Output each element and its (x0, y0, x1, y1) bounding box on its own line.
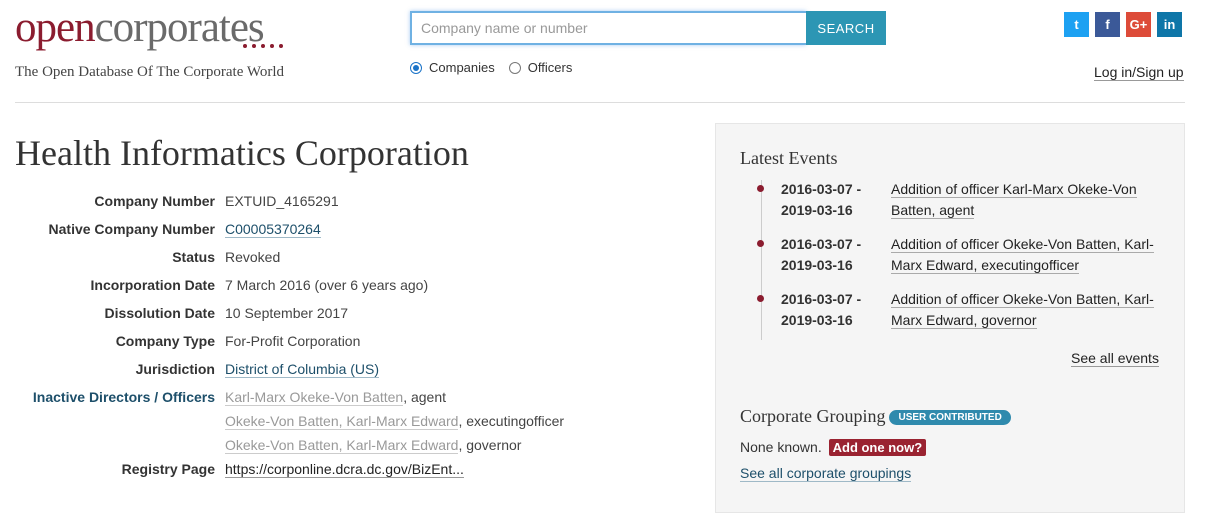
event-dot-icon (757, 185, 764, 192)
officer-link[interactable]: Okeke-Von Batten, Karl-Marx Edward (225, 437, 459, 454)
googleplus-icon[interactable]: G+ (1126, 12, 1151, 37)
officer-item: Okeke-Von Batten, Karl-Marx Edward, gove… (225, 437, 564, 461)
field-officers: Inactive Directors / Officers Karl-Marx … (15, 389, 564, 461)
event-link[interactable]: Addition of officer Karl-Marx Okeke-Von … (891, 181, 1137, 219)
see-all-groupings-link[interactable]: See all corporate groupings (740, 465, 912, 482)
officers-radio-label[interactable]: Officers (528, 60, 573, 75)
event-date: 2016-03-07 - 2019-03-16 (781, 181, 862, 218)
officers-label-link[interactable]: Inactive Directors / Officers (15, 389, 225, 405)
field-label: Company Number (94, 193, 215, 209)
field-status: Status Revoked (15, 249, 564, 277)
twitter-icon[interactable]: t (1064, 12, 1089, 37)
native-company-number-link[interactable]: C00005370264 (225, 221, 321, 238)
field-label: Incorporation Date (90, 277, 215, 293)
social-links: t f G+ in (1058, 12, 1182, 37)
field-value: Revoked (225, 249, 281, 265)
field-label: Jurisdiction (135, 361, 215, 377)
user-contributed-badge: USER CONTRIBUTED (889, 409, 1011, 425)
timeline-line (761, 180, 762, 340)
jurisdiction-link[interactable]: District of Columbia (US) (225, 361, 380, 378)
field-label: Registry Page (121, 461, 215, 477)
none-known-text: None known. (740, 439, 822, 455)
see-all-events-link[interactable]: See all events (1071, 350, 1159, 367)
officer-role: , agent (403, 389, 447, 405)
latest-events-heading: Latest Events (740, 148, 838, 168)
header-divider (15, 102, 1185, 103)
officers-radio[interactable] (508, 61, 521, 74)
grouping-status: None known. Add one now? (740, 439, 927, 456)
event-link[interactable]: Addition of officer Okeke-Von Batten, Ka… (891, 291, 1154, 329)
logo-open-text: open (15, 4, 96, 51)
officer-link[interactable]: Karl-Marx Okeke-Von Batten (225, 389, 404, 406)
corporate-grouping-heading: Corporate Grouping USER CONTRIBUTED (740, 406, 1011, 427)
field-label: Dissolution Date (104, 305, 215, 321)
corporate-grouping-title: Corporate Grouping (740, 406, 886, 426)
field-value: 7 March 2016 (over 6 years ago) (225, 277, 429, 293)
registry-page-link[interactable]: https://corponline.dcra.dc.gov/BizEnt... (225, 461, 464, 478)
sidebar-panel: Latest Events 2016-03-07 - 2019-03-16 Ad… (715, 123, 1185, 513)
officer-item: Karl-Marx Okeke-Von Batten, agent (225, 389, 564, 413)
officer-item: Okeke-Von Batten, Karl-Marx Edward, exec… (225, 413, 564, 437)
add-grouping-button[interactable]: Add one now? (828, 439, 927, 456)
event-date: 2016-03-07 - 2019-03-16 (781, 291, 862, 328)
field-native-company-number: Native Company Number C00005370264 (15, 221, 564, 249)
logo-dots-icon (243, 44, 283, 48)
logo-corporates-text: corporates (94, 4, 265, 51)
event-dot-icon (757, 295, 764, 302)
field-label: Status (172, 249, 215, 265)
company-details: Company Number EXTUID_4165291 Native Com… (15, 193, 564, 489)
officers-list: Karl-Marx Okeke-Von Batten, agent Okeke-… (225, 389, 564, 461)
field-value: For-Profit Corporation (225, 333, 361, 349)
search-input[interactable] (410, 11, 806, 45)
field-value: 10 September 2017 (225, 305, 348, 321)
field-incorporation-date: Incorporation Date 7 March 2016 (over 6 … (15, 277, 564, 305)
logo[interactable]: opencorporates (15, 4, 265, 52)
event-date: 2016-03-07 - 2019-03-16 (781, 236, 862, 273)
companies-radio-label[interactable]: Companies (429, 60, 495, 75)
login-link[interactable]: Log in/Sign up (1094, 64, 1184, 81)
field-company-number: Company Number EXTUID_4165291 (15, 193, 564, 221)
search-button[interactable]: SEARCH (806, 11, 886, 45)
facebook-icon[interactable]: f (1095, 12, 1120, 37)
officer-link[interactable]: Okeke-Von Batten, Karl-Marx Edward (225, 413, 459, 430)
officer-role: , executingofficer (458, 413, 565, 429)
search-bar: SEARCH (410, 11, 886, 45)
linkedin-icon[interactable]: in (1157, 12, 1182, 37)
search-type-radios: Companies Officers (410, 60, 586, 75)
field-dissolution-date: Dissolution Date 10 September 2017 (15, 305, 564, 333)
company-name: Health Informatics Corporation (15, 133, 469, 173)
field-label: Native Company Number (48, 221, 215, 237)
field-registry-page: Registry Page https://corponline.dcra.dc… (15, 461, 564, 489)
event-dot-icon (757, 240, 764, 247)
companies-radio[interactable] (410, 61, 422, 74)
tagline: The Open Database Of The Corporate World (15, 64, 284, 80)
field-value: EXTUID_4165291 (225, 193, 339, 209)
field-label: Company Type (115, 333, 215, 349)
field-jurisdiction: Jurisdiction District of Columbia (US) (15, 361, 564, 389)
field-company-type: Company Type For-Profit Corporation (15, 333, 564, 361)
event-link[interactable]: Addition of officer Okeke-Von Batten, Ka… (891, 236, 1154, 274)
officer-role: , governor (458, 437, 522, 453)
